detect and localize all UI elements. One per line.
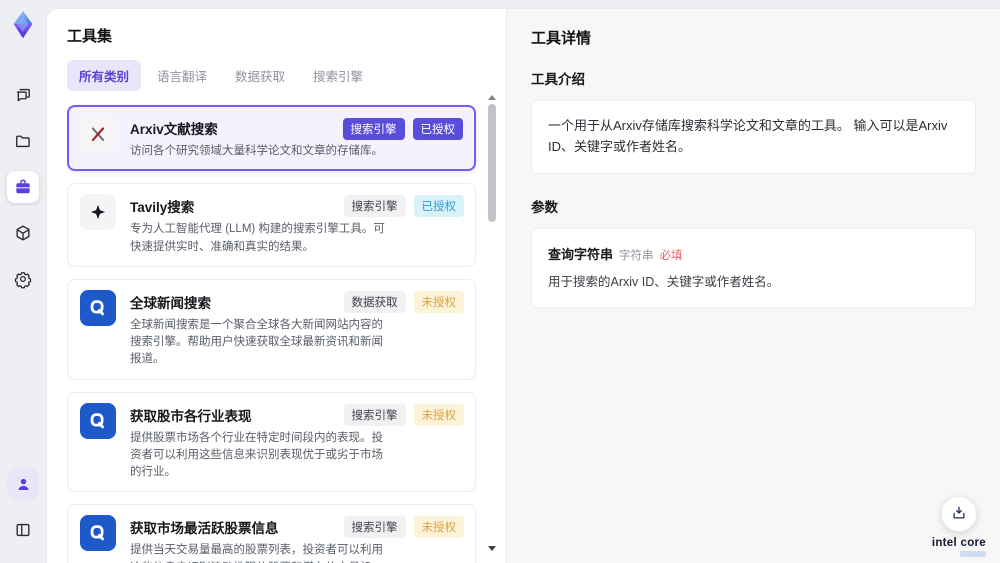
auth-status-badge: 未授权 — [413, 403, 464, 426]
scroll-up-arrow-icon[interactable] — [488, 95, 496, 100]
list-scrollbar[interactable] — [487, 95, 497, 551]
cube-icon — [13, 223, 33, 243]
tool-card[interactable]: Tavily搜索 专为人工智能代理 (LLM) 构建的搜索引擎工具。可快速提供实… — [67, 183, 476, 267]
tool-tags: 搜索引擎 已授权 — [342, 118, 463, 140]
tool-card[interactable]: Arxiv文献搜索 访问各个研究领域大量科学论文和文章的存储库。 搜索引擎 已授… — [67, 105, 476, 172]
intro-card: 一个用于从Arxiv存储库搜索科学论文和文章的工具。 输入可以是Arxiv ID… — [531, 100, 976, 174]
params-heading: 参数 — [531, 199, 558, 215]
corner-widgets: intel core — [932, 496, 986, 557]
toolbox-icon — [13, 177, 33, 197]
param-name: 查询字符串 — [548, 246, 614, 262]
tool-card[interactable]: 获取股市各行业表现 提供股票市场各个行业在特定时间段内的表现。投资者可以利用这些… — [67, 391, 476, 493]
category-tabs: 所有类别 语言翻译 数据获取 搜索引擎 — [67, 60, 506, 91]
tool-tags: 搜索引擎 未授权 — [343, 403, 464, 426]
search-q-icon — [80, 289, 116, 326]
tab-search-engine[interactable]: 搜索引擎 — [301, 60, 375, 91]
app-logo-icon[interactable] — [6, 8, 40, 42]
auth-status-badge: 已授权 — [413, 195, 464, 218]
param-type: 字符串 — [619, 249, 654, 262]
tab-all-categories[interactable]: 所有类别 — [67, 60, 142, 91]
category-tag: 搜索引擎 — [343, 195, 406, 218]
arxiv-logo-icon — [80, 116, 116, 152]
auth-status-badge: 已授权 — [412, 118, 463, 140]
gear-icon — [13, 269, 33, 289]
tool-tags: 搜索引擎 未授权 — [343, 516, 464, 539]
download-icon — [950, 504, 968, 525]
category-tag: 搜索引擎 — [342, 118, 405, 140]
tool-list-panel: 工具集 所有类别 语言翻译 数据获取 搜索引擎 Arxiv文献搜索 访问各个研究领域大… — [47, 9, 506, 563]
sidebar-item-files[interactable] — [7, 125, 39, 157]
sidebar-item-settings[interactable] — [7, 263, 39, 295]
tool-description: 访问各个研究领域大量科学论文和文章的存储库。 — [130, 145, 383, 157]
tool-card[interactable]: 全球新闻搜索 全球新闻搜索是一个聚合全球各大新闻网站内容的搜索引擎。帮助用户快速… — [67, 278, 476, 380]
sidebar-item-chat[interactable] — [7, 79, 39, 111]
intro-heading: 工具介绍 — [531, 72, 585, 87]
tool-tags: 数据获取 未授权 — [343, 290, 464, 313]
person-icon — [14, 475, 33, 494]
search-q-icon — [80, 515, 116, 552]
tool-description: 提供当天交易量最高的股票列表，投资者可以利用这些信息来识别流动性强的股票和潜在的… — [130, 544, 383, 563]
tool-tags: 搜索引擎 已授权 — [343, 195, 464, 218]
category-tag: 数据获取 — [343, 290, 406, 313]
chat-icon — [13, 85, 33, 105]
page-title: 工具集 — [67, 28, 113, 45]
param-header: 查询字符串 字符串 必填 — [548, 244, 959, 263]
sidebar — [0, 0, 46, 563]
param-description: 用于搜索的Arxiv ID、关键字或作者姓名。 — [548, 274, 780, 289]
search-q-icon — [80, 402, 116, 439]
intel-core-logo: intel core — [932, 537, 986, 557]
sidebar-item-panel-toggle[interactable] — [7, 514, 39, 546]
tool-description: 专为人工智能代理 (LLM) 构建的搜索引擎工具。可快速提供实时、准确和真实的结… — [130, 223, 385, 253]
tool-list: Arxiv文献搜索 访问各个研究领域大量科学论文和文章的存储库。 搜索引擎 已授… — [67, 103, 506, 563]
main-content: 工具集 所有类别 语言翻译 数据获取 搜索引擎 Arxiv文献搜索 访问各个研究领域大… — [46, 8, 1000, 563]
layout-panel-icon — [13, 520, 33, 540]
brand-badge — [960, 551, 986, 557]
tool-card[interactable]: 获取市场最活跃股票信息 提供当天交易量最高的股票列表，投资者可以利用这些信息来识… — [67, 504, 476, 563]
sidebar-item-models[interactable] — [7, 217, 39, 249]
tavily-star-icon — [80, 194, 116, 231]
param-card: 查询字符串 字符串 必填 用于搜索的Arxiv ID、关键字或作者姓名。 — [531, 227, 976, 308]
scroll-down-arrow-icon[interactable] — [488, 546, 496, 551]
auth-status-badge: 未授权 — [413, 290, 464, 313]
sidebar-item-tools[interactable] — [7, 171, 39, 203]
app-window: 工具集 所有类别 语言翻译 数据获取 搜索引擎 Arxiv文献搜索 访问各个研究领域大… — [0, 0, 1000, 563]
tab-data-fetch[interactable]: 数据获取 — [223, 60, 297, 91]
tool-detail-panel: 工具详情 工具介绍 一个用于从Arxiv存储库搜索科学论文和文章的工具。 输入可… — [506, 9, 1000, 563]
tool-description: 提供股票市场各个行业在特定时间段内的表现。投资者可以利用这些信息来识别表现优于或… — [130, 431, 383, 479]
detail-title: 工具详情 — [531, 30, 592, 47]
sidebar-bottom — [7, 461, 39, 553]
folder-icon — [13, 131, 33, 151]
sidebar-item-profile[interactable] — [7, 468, 39, 500]
auth-status-badge: 未授权 — [413, 516, 464, 539]
category-tag: 搜索引擎 — [343, 516, 406, 539]
download-button[interactable] — [940, 496, 977, 532]
tab-language-translation[interactable]: 语言翻译 — [145, 60, 219, 91]
brand-text: intel core — [931, 537, 986, 549]
param-required-badge: 必填 — [659, 249, 683, 262]
intro-text: 一个用于从Arxiv存储库搜索科学论文和文章的工具。 输入可以是Arxiv ID… — [548, 118, 948, 154]
tool-description: 全球新闻搜索是一个聚合全球各大新闻网站内容的搜索引擎。帮助用户快速获取全球最新资… — [130, 318, 383, 366]
category-tag: 搜索引擎 — [343, 403, 406, 426]
scrollbar-thumb[interactable] — [488, 104, 496, 222]
